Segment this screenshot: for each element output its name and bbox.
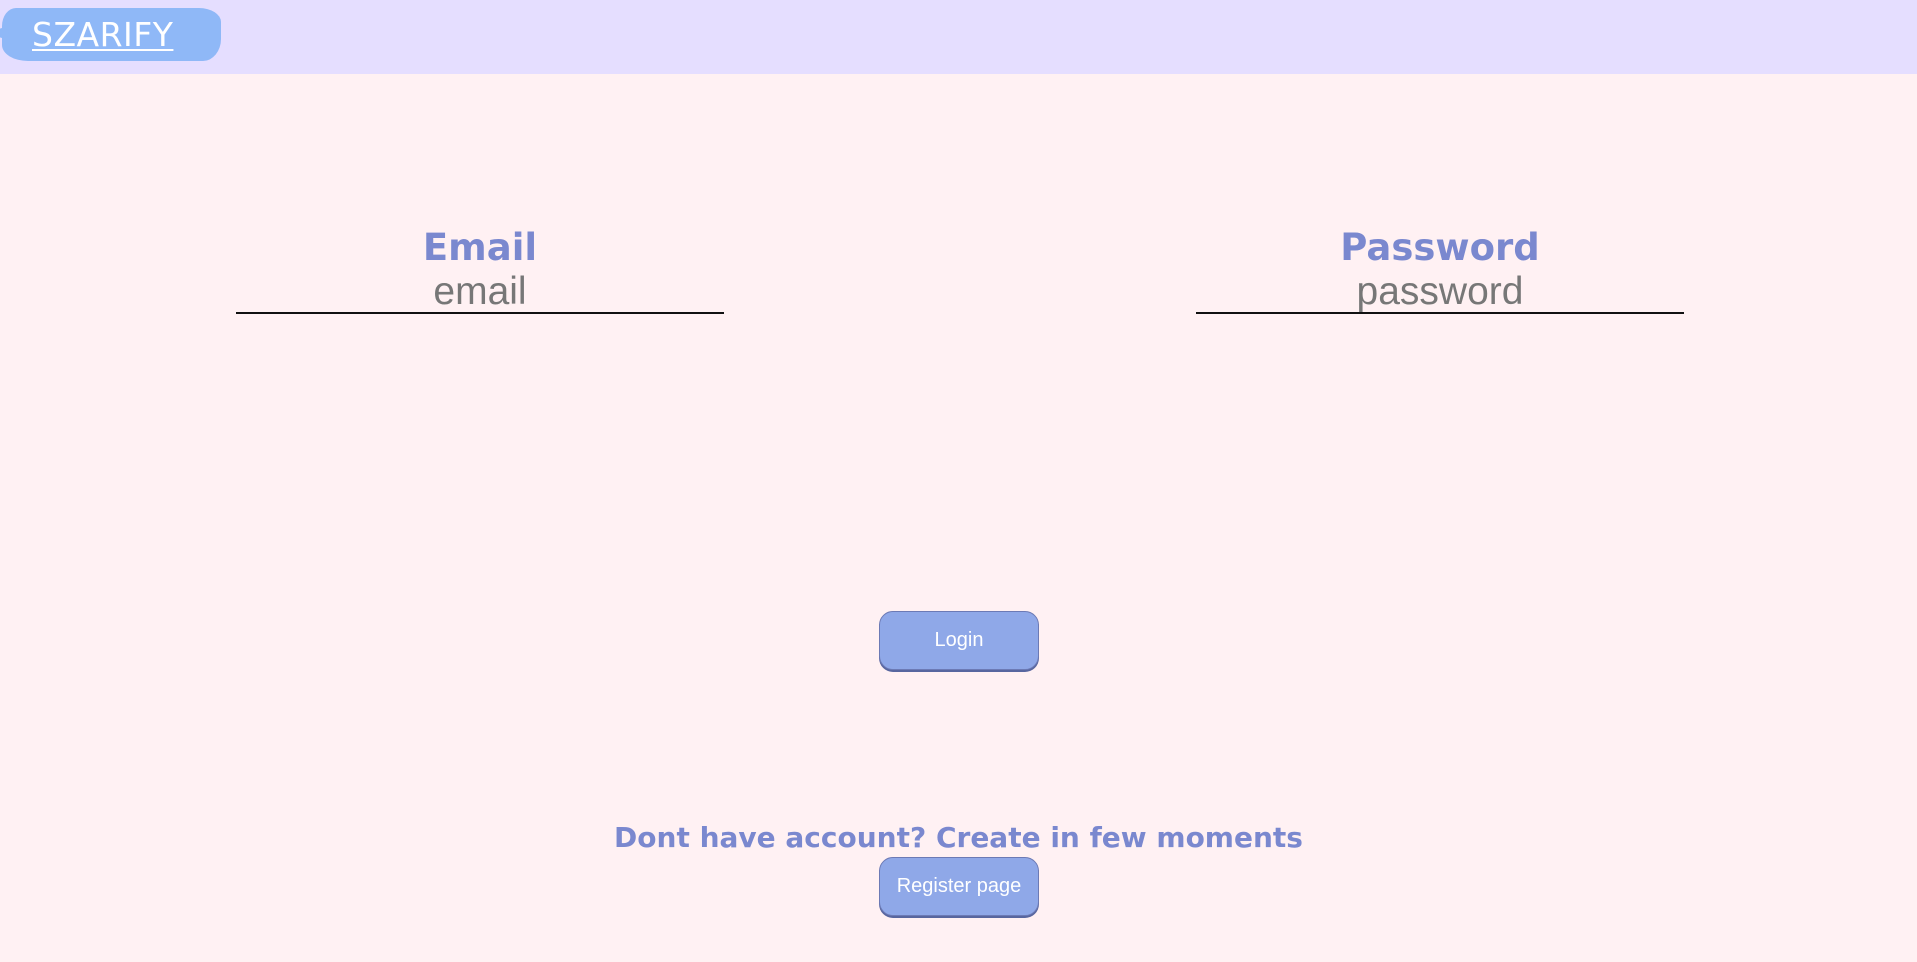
password-label: Password	[1340, 226, 1540, 269]
email-input[interactable]	[236, 272, 724, 314]
top-navbar: SZARIFY	[0, 0, 1917, 74]
email-field-group: Email	[236, 224, 724, 324]
register-page-button[interactable]: Register page	[879, 857, 1039, 916]
register-prompt: Dont have account? Create in few moments	[614, 821, 1303, 854]
logo-text[interactable]: SZARIFY	[32, 18, 173, 51]
password-field-group: Password	[1196, 224, 1684, 324]
email-label: Email	[422, 226, 538, 269]
login-button[interactable]: Login	[879, 611, 1039, 670]
password-input[interactable]	[1196, 272, 1684, 314]
szarify-logo[interactable]: SZARIFY	[0, 8, 221, 61]
